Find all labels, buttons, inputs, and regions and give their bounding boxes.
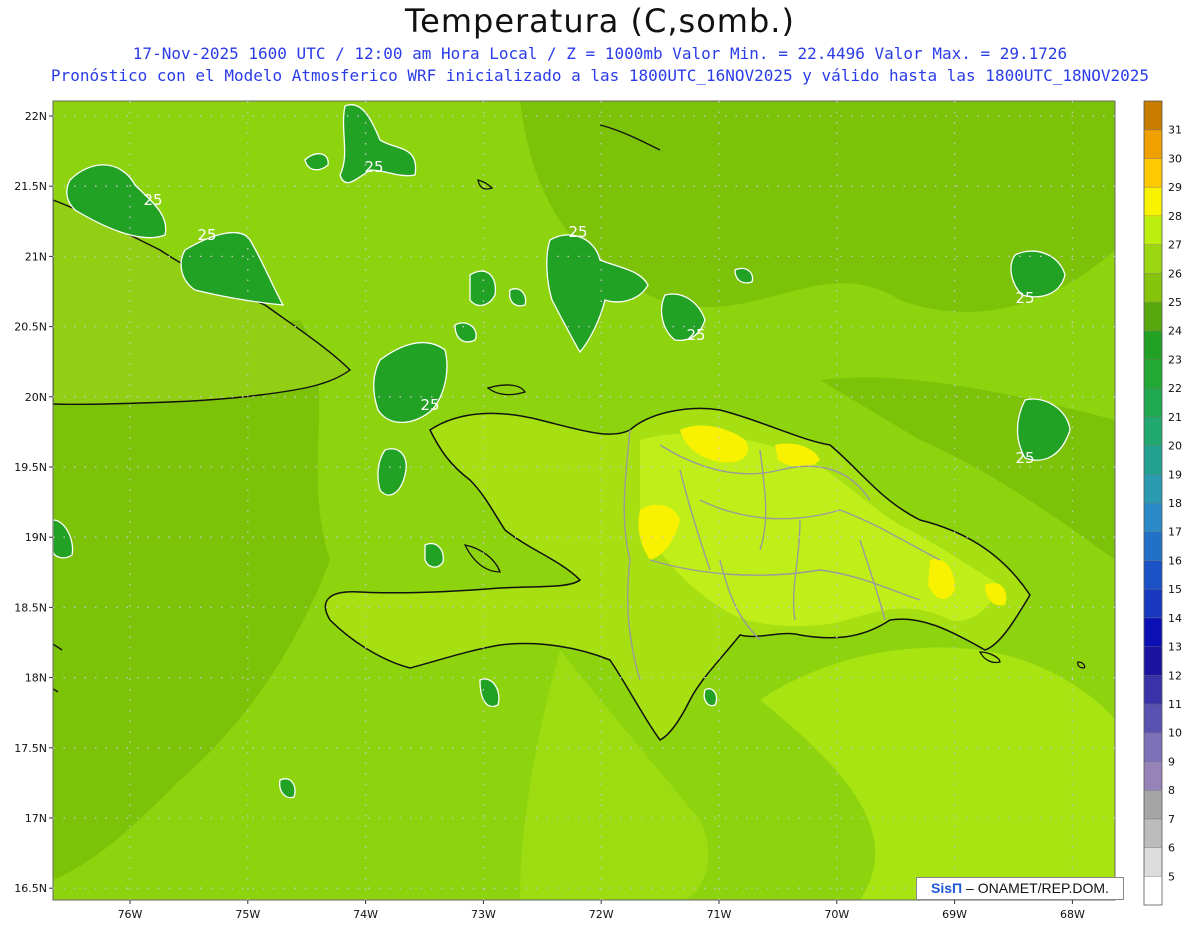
lat-tick-label: 19N <box>25 531 47 544</box>
colorbar-label: 14 <box>1168 612 1182 625</box>
contour-label-25: 25 <box>1015 449 1034 467</box>
colorbar-swatch <box>1144 215 1162 246</box>
lon-tick-label: 70W <box>824 908 849 921</box>
colorbar-swatch <box>1144 330 1162 360</box>
lat-tick-label: 16.5N <box>14 882 47 895</box>
colorbar-label: 24 <box>1168 325 1182 338</box>
colorbar-swatch <box>1144 847 1162 877</box>
colorbar-label: 13 <box>1168 641 1182 654</box>
colorbar-swatch <box>1144 589 1162 619</box>
colorbar-swatch <box>1144 474 1162 504</box>
colorbar-label: 25 <box>1168 296 1182 309</box>
colorbar-swatch <box>1144 761 1162 791</box>
colorbar-swatch <box>1144 732 1162 762</box>
colorbar-swatch <box>1144 675 1162 705</box>
colorbar-label: 29 <box>1168 181 1182 194</box>
contour-label-25: 25 <box>420 396 439 414</box>
contour-label-25: 25 <box>1015 289 1034 307</box>
brand-logo: SisΠ <box>931 880 963 896</box>
colorbar-swatch <box>1144 388 1162 418</box>
colorbar-label: 30 <box>1168 152 1182 165</box>
colorbar-label: 9 <box>1168 755 1175 768</box>
colorbar-label: 11 <box>1168 698 1182 711</box>
colorbar-label: 21 <box>1168 411 1182 424</box>
colorbar-swatch <box>1144 503 1162 533</box>
contour-label-25: 25 <box>686 326 705 344</box>
colorbar-swatch <box>1144 244 1162 274</box>
credit-text: – ONAMET/REP.DOM. <box>962 880 1109 896</box>
lon-tick-label: 69W <box>942 908 967 921</box>
colorbar-swatch <box>1144 531 1162 561</box>
colorbar-label: 27 <box>1168 239 1182 252</box>
contour-label-25: 25 <box>197 226 216 244</box>
colorbar-label: 8 <box>1168 784 1175 797</box>
colorbar-label: 19 <box>1168 468 1182 481</box>
colorbar-swatch <box>1144 790 1162 820</box>
lat-tick-label: 20.5N <box>14 321 47 334</box>
colorbar-swatch <box>1144 560 1162 590</box>
lat-tick-label: 20N <box>25 391 47 404</box>
lon-tick-label: 73W <box>471 908 496 921</box>
contour-label-25: 25 <box>143 191 162 209</box>
colorbar-label: 7 <box>1168 813 1175 826</box>
colorbar-swatch <box>1144 359 1162 389</box>
colorbar-swatch <box>1144 273 1162 303</box>
lon-tick-label: 74W <box>353 908 378 921</box>
colorbar-swatch <box>1144 646 1162 676</box>
temperature-map: 22N 21.5N 21N 20.5N 20N 19.5N 19N 18.5N 18N 17.5N… <box>14 100 1182 921</box>
lat-tick-label: 17N <box>25 812 47 825</box>
colorbar-swatch <box>1144 187 1162 217</box>
contour-label-25: 25 <box>568 223 587 241</box>
colorbar-swatch <box>1144 101 1162 131</box>
colorbar-swatch <box>1144 818 1162 849</box>
lat-tick-label: 22N <box>25 110 47 123</box>
colorbar-label: 16 <box>1168 554 1182 567</box>
contour-label-25: 25 <box>364 158 383 176</box>
lon-tick-label: 72W <box>589 908 614 921</box>
colorbar-swatch <box>1144 617 1162 648</box>
colorbar-swatch <box>1144 158 1162 188</box>
colorbar: 5 6 7 8 9 10 11 12 13 14 15 16 17 18 19 20 21 22 23 24 25 26 2… <box>1143 100 1182 906</box>
lat-tick-label: 17.5N <box>14 742 47 755</box>
lat-tick-label: 18.5N <box>14 601 47 614</box>
colorbar-label: 22 <box>1168 382 1182 395</box>
colorbar-label: 31 <box>1168 124 1182 137</box>
colorbar-label: 23 <box>1168 353 1182 366</box>
colorbar-swatch <box>1144 416 1162 447</box>
colorbar-swatch <box>1144 876 1162 906</box>
lat-tick-label: 21N <box>25 250 47 263</box>
lon-tick-label: 71W <box>707 908 732 921</box>
colorbar-label: 20 <box>1168 440 1182 453</box>
colorbar-label: 26 <box>1168 267 1182 280</box>
colorbar-label: 5 <box>1168 870 1175 883</box>
colorbar-label: 12 <box>1168 669 1182 682</box>
colorbar-label: 10 <box>1168 727 1182 740</box>
colorbar-label: 17 <box>1168 526 1182 539</box>
colorbar-label: 6 <box>1168 842 1175 855</box>
colorbar-swatch <box>1144 129 1162 159</box>
lon-tick-label: 68W <box>1060 908 1085 921</box>
credit-box: SisΠ – ONAMET/REP.DOM. <box>916 877 1124 900</box>
colorbar-label: 15 <box>1168 583 1182 596</box>
colorbar-swatch <box>1144 445 1162 475</box>
lat-tick-label: 21.5N <box>14 180 47 193</box>
lon-tick-label: 75W <box>235 908 260 921</box>
lon-tick-label: 76W <box>118 908 143 921</box>
colorbar-label: 28 <box>1168 210 1182 223</box>
colorbar-swatch <box>1144 302 1162 332</box>
colorbar-label: 18 <box>1168 497 1182 510</box>
lat-tick-label: 18N <box>25 672 47 685</box>
colorbar-swatch <box>1144 704 1162 734</box>
lat-tick-label: 19.5N <box>14 461 47 474</box>
